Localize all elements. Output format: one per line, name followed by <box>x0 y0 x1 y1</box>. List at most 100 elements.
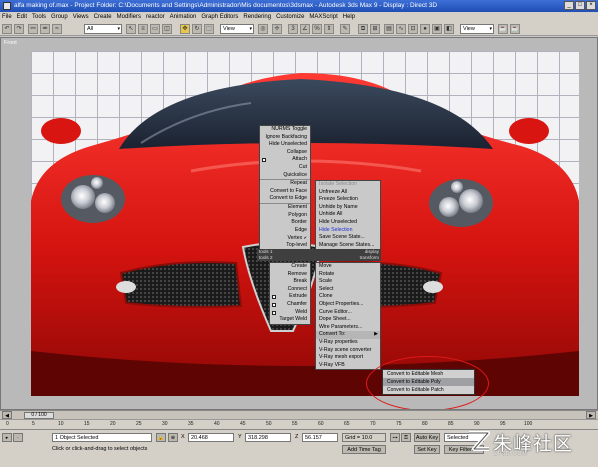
curve-editor-icon[interactable]: ∿ <box>396 24 406 34</box>
align-icon[interactable]: ⊞ <box>370 24 380 34</box>
quad-item-vertex[interactable]: Vertex ✔ <box>260 234 310 242</box>
quad-item-quickslice[interactable]: Quickslice <box>260 172 310 180</box>
menu-modifiers[interactable]: Modifiers <box>117 12 141 22</box>
select-link-icon[interactable]: ⚯ <box>28 24 38 34</box>
maxscript-mini-icon[interactable]: · <box>13 433 23 442</box>
quad-item-vray-vfb[interactable]: V-Ray VFB <box>316 362 380 370</box>
layer-manager-icon[interactable]: ▤ <box>384 24 394 34</box>
quad-item-create[interactable]: Create <box>270 263 310 271</box>
absolute-mode-icon[interactable]: ⊕ <box>168 433 178 442</box>
x-coordinate-field[interactable]: 20.468 <box>188 433 234 442</box>
menu-animation[interactable]: Animation <box>170 12 197 22</box>
bind-space-warp-icon[interactable]: ≈ <box>52 24 62 34</box>
time-slider-thumb[interactable]: 0 / 100 <box>24 412 54 419</box>
quad-item-collapse[interactable]: Collapse <box>260 149 310 157</box>
quad-item-dope-sheet[interactable]: Dope Sheet... <box>316 316 380 324</box>
settings-box-icon[interactable] <box>272 310 276 315</box>
render-type-select[interactable]: View ▾ <box>460 24 494 34</box>
quad-item-vray-properties[interactable]: V-Ray properties <box>316 339 380 347</box>
menu-graph-editors[interactable]: Graph Editors <box>201 12 238 22</box>
quad-item-target-weld[interactable]: Target Weld <box>270 316 310 324</box>
named-selection-icon[interactable]: ✎ <box>340 24 350 34</box>
time-prev-icon[interactable]: ◀ <box>2 411 12 419</box>
quick-render-icon[interactable]: ☕ <box>498 24 508 34</box>
quad-item-convert-to[interactable]: Convert To: ▶ <box>316 331 380 339</box>
angle-snap-icon[interactable]: ∠ <box>300 24 310 34</box>
select-manipulate-icon[interactable]: ✢ <box>272 24 282 34</box>
spinner-snap-icon[interactable]: ⇕ <box>324 24 334 34</box>
quad-item-break[interactable]: Break <box>270 278 310 286</box>
quad-item-hide-selection[interactable]: Hide Selection <box>316 227 380 235</box>
pivot-center-icon[interactable]: ◎ <box>258 24 268 34</box>
select-object-icon[interactable]: ↖ <box>126 24 136 34</box>
quad-item-save-scene-state[interactable]: Save Scene State... <box>316 234 380 242</box>
menu-views[interactable]: Views <box>73 12 89 22</box>
quad-item-convert-to-face[interactable]: Convert to Face <box>260 188 310 196</box>
menu-help[interactable]: Help <box>343 12 355 22</box>
quad-item-connect[interactable]: Connect <box>270 286 310 294</box>
undo-icon[interactable]: ↶ <box>2 24 12 34</box>
rectangular-selection-icon[interactable]: ▭ <box>150 24 160 34</box>
quad-item-hide-unselected[interactable]: Hide Unselected <box>260 141 310 149</box>
set-key-icon[interactable]: ⚿ <box>401 433 411 442</box>
menu-reactor[interactable]: reactor <box>146 12 165 22</box>
maxscript-listener-icon[interactable]: ▸ <box>2 433 12 442</box>
quad-item-isolate-selection[interactable]: Isolate Selection <box>316 181 380 189</box>
y-coordinate-field[interactable]: 318.298 <box>245 433 291 442</box>
z-coordinate-field[interactable]: 56.157 <box>302 433 338 442</box>
quad-item-chamfer[interactable]: Chamfer <box>270 301 310 309</box>
quad-item-remove[interactable]: Remove <box>270 271 310 279</box>
render-last-icon[interactable]: ☕ <box>510 24 520 34</box>
quad-item-move[interactable]: Move <box>316 263 380 271</box>
quad-item-vray-mesh-export[interactable]: V-Ray mesh export <box>316 354 380 362</box>
quad-item-unhide-all[interactable]: Unhide All <box>316 211 380 219</box>
quad-item-vray-scene-converter[interactable]: V-Ray scene converter <box>316 347 380 355</box>
add-time-tag-button[interactable]: Add Time Tag <box>342 445 386 454</box>
quad-item-element[interactable]: Element <box>260 204 310 212</box>
front-viewport[interactable]: Front NURMS Toggle Ignore Backfacing Hid… <box>0 37 598 410</box>
percent-snap-icon[interactable]: % <box>312 24 322 34</box>
render-setup-icon[interactable]: ▣ <box>432 24 442 34</box>
quad-item-unfreeze-all[interactable]: Unfreeze All <box>316 189 380 197</box>
redo-icon[interactable]: ↷ <box>14 24 24 34</box>
time-next-icon[interactable]: ▶ <box>586 411 596 419</box>
menu-maxscript[interactable]: MAXScript <box>309 12 337 22</box>
quad-item-convert-to-edge[interactable]: Convert to Edge <box>260 195 310 203</box>
quad-item-wire-parameters[interactable]: Wire Parameters... <box>316 324 380 332</box>
select-by-name-icon[interactable]: ≡ <box>138 24 148 34</box>
snap-toggle-icon[interactable]: 3 <box>288 24 298 34</box>
schematic-view-icon[interactable]: ⊡ <box>408 24 418 34</box>
menu-create[interactable]: Create <box>94 12 112 22</box>
quad-item-object-properties[interactable]: Object Properties... <box>316 301 380 309</box>
maximize-button[interactable]: □ <box>575 1 585 10</box>
menu-group[interactable]: Group <box>51 12 68 22</box>
reference-coordinate-select[interactable]: View ▾ <box>220 24 254 34</box>
quad-item-unhide-by-name[interactable]: Unhide by Name <box>316 204 380 212</box>
menu-customize[interactable]: Customize <box>276 12 304 22</box>
select-and-rotate-icon[interactable]: ↻ <box>192 24 202 34</box>
unlink-icon[interactable]: ⚮ <box>40 24 50 34</box>
menu-edit[interactable]: Edit <box>17 12 27 22</box>
quad-item-attach[interactable]: Attach <box>260 156 310 164</box>
quad-item-rotate[interactable]: Rotate <box>316 271 380 279</box>
quad-item-edge[interactable]: Edge <box>260 227 310 235</box>
menu-rendering[interactable]: Rendering <box>243 12 271 22</box>
select-and-move-icon[interactable]: ✥ <box>180 24 190 34</box>
settings-box-icon[interactable] <box>272 302 276 307</box>
quad-item-repeat[interactable]: Repeat <box>260 180 310 188</box>
quad-item-ignore-backfacing[interactable]: Ignore Backfacing <box>260 134 310 142</box>
set-key-button[interactable]: Set Key <box>414 445 440 454</box>
quad-item-hide-unselected[interactable]: Hide Unselected <box>316 219 380 227</box>
quad-item-freeze-selection[interactable]: Freeze Selection <box>316 196 380 204</box>
selection-filter-select[interactable]: All ▾ <box>84 24 122 34</box>
material-editor-icon[interactable]: ● <box>420 24 430 34</box>
settings-box-icon[interactable] <box>262 158 266 163</box>
quad-item-polygon[interactable]: Polygon <box>260 212 310 220</box>
select-and-scale-icon[interactable]: ⬚ <box>204 24 214 34</box>
quad-item-weld[interactable]: Weld <box>270 309 310 317</box>
window-crossing-icon[interactable]: ◫ <box>162 24 172 34</box>
menu-tools[interactable]: Tools <box>32 12 46 22</box>
quad-item-select[interactable]: Select <box>316 286 380 294</box>
settings-box-icon[interactable] <box>272 295 276 300</box>
quad-item-nurms-toggle[interactable]: NURMS Toggle <box>260 126 310 134</box>
